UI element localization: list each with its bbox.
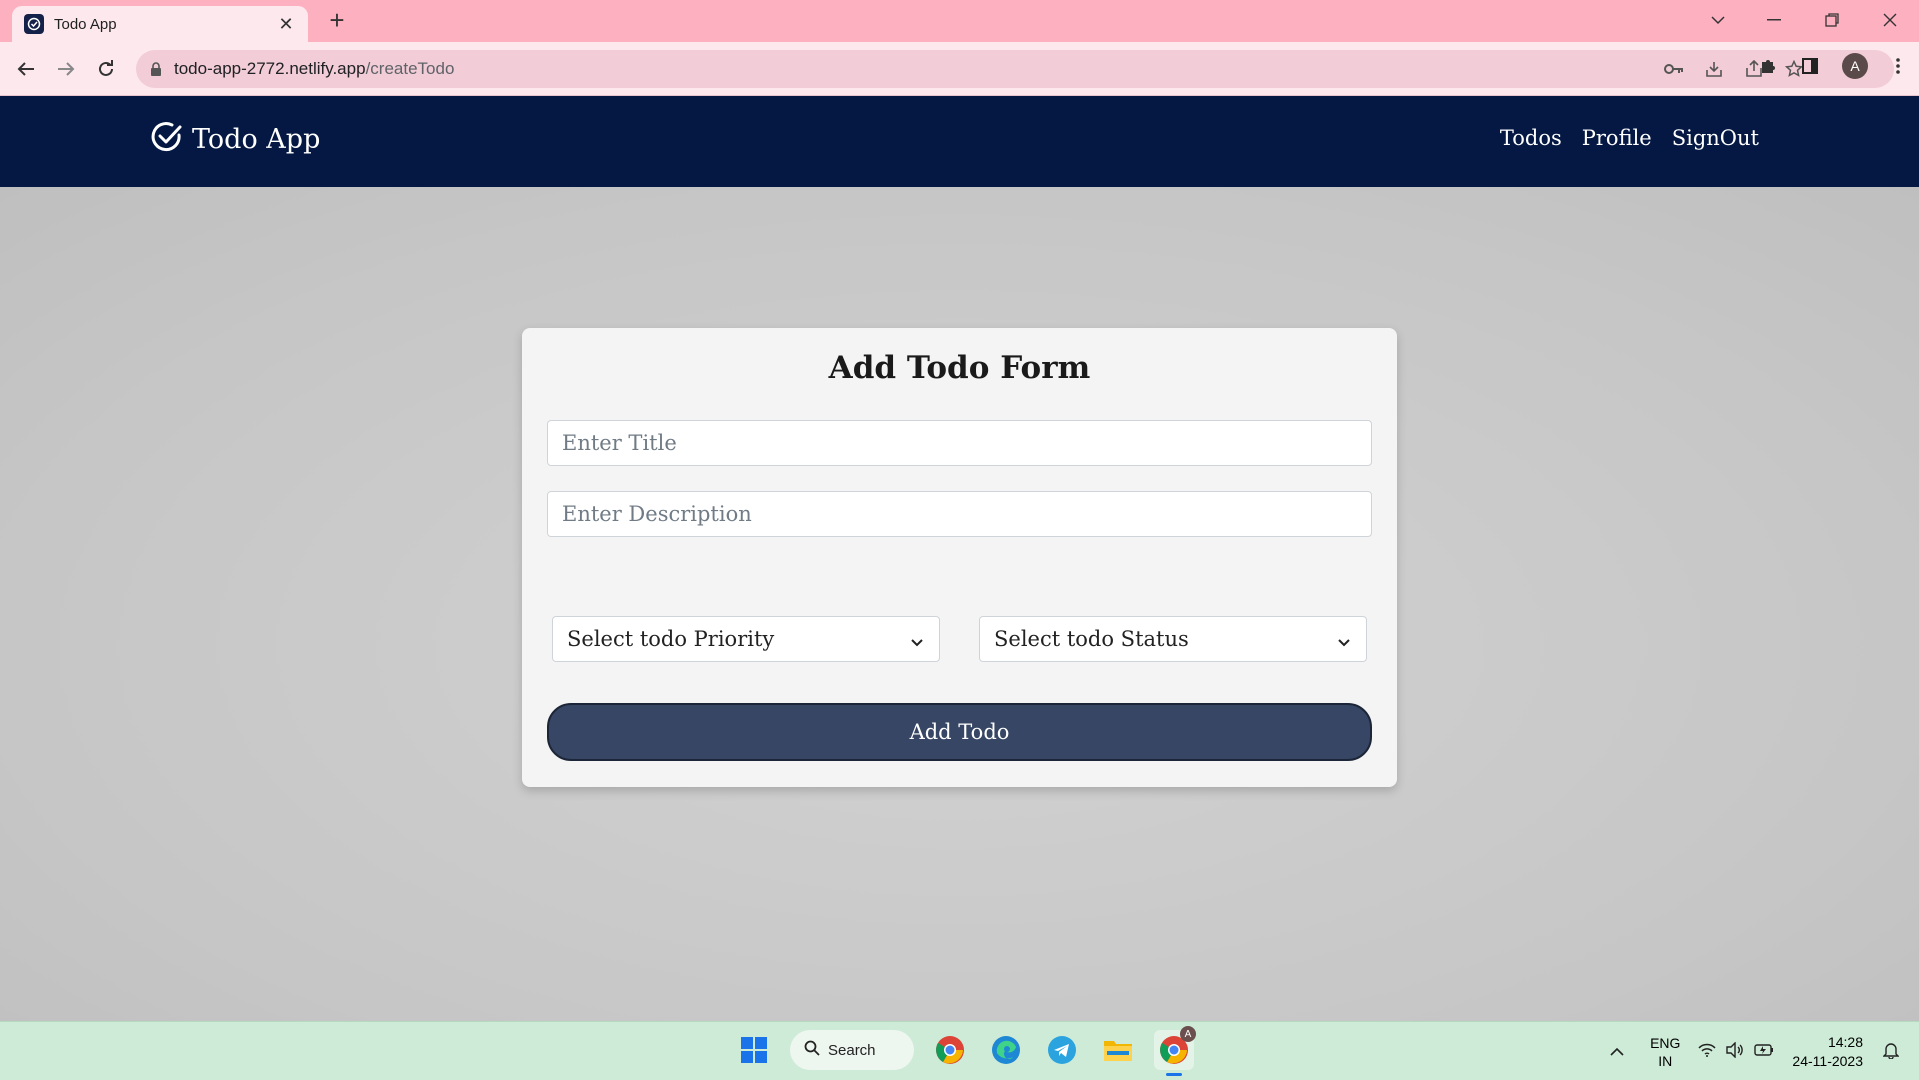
nav-link-profile[interactable]: Profile bbox=[1582, 126, 1652, 150]
telegram-icon[interactable] bbox=[1042, 1030, 1082, 1070]
lock-icon bbox=[150, 62, 162, 76]
reload-icon[interactable] bbox=[90, 53, 122, 85]
side-panel-icon[interactable] bbox=[1800, 56, 1820, 76]
key-icon[interactable] bbox=[1664, 59, 1684, 79]
chrome-icon[interactable] bbox=[930, 1030, 970, 1070]
new-tab-button[interactable]: + bbox=[322, 6, 352, 36]
todo-favicon-icon bbox=[24, 14, 44, 34]
description-input[interactable] bbox=[547, 491, 1372, 537]
volume-icon[interactable] bbox=[1726, 1041, 1744, 1061]
brand-link[interactable]: Todo App bbox=[150, 120, 320, 159]
taskbar-search-label: Search bbox=[828, 1041, 876, 1059]
nav-link-signout[interactable]: SignOut bbox=[1672, 126, 1759, 150]
minimize-button[interactable] bbox=[1746, 0, 1802, 40]
browser-tab-bar: Todo App ✕ + bbox=[0, 0, 1919, 42]
forward-icon[interactable] bbox=[50, 53, 82, 85]
back-icon[interactable] bbox=[10, 53, 42, 85]
add-todo-button[interactable]: Add Todo bbox=[547, 703, 1372, 761]
form-title: Add Todo Form bbox=[828, 350, 1091, 386]
nav-links: Todos Profile SignOut bbox=[1500, 126, 1759, 150]
system-clock[interactable]: 14:28 24-11-2023 bbox=[1792, 1033, 1863, 1071]
taskbar-search[interactable]: Search bbox=[790, 1030, 914, 1070]
os-taskbar: Search A ENG IN 14:28 24-11-2023 bbox=[0, 1021, 1919, 1080]
browser-toolbar: todo-app-2772.netlify.app/createTodo A bbox=[0, 42, 1919, 96]
url-text: todo-app-2772.netlify.app/createTodo bbox=[174, 59, 455, 78]
chrome-profile-badge: A bbox=[1180, 1026, 1196, 1042]
check-circle-icon bbox=[150, 120, 184, 159]
nav-link-todos[interactable]: Todos bbox=[1500, 126, 1562, 150]
active-indicator bbox=[1166, 1073, 1182, 1076]
profile-avatar[interactable]: A bbox=[1842, 53, 1868, 79]
more-menu-icon[interactable] bbox=[1888, 56, 1908, 76]
status-select-label: Select todo Status bbox=[994, 627, 1189, 651]
clock-date: 24-11-2023 bbox=[1792, 1052, 1863, 1069]
search-icon bbox=[804, 1040, 820, 1060]
address-bar[interactable]: todo-app-2772.netlify.app/createTodo bbox=[136, 50, 1894, 88]
close-window-button[interactable] bbox=[1862, 0, 1918, 40]
app-navbar: Todo App Todos Profile SignOut bbox=[0, 96, 1919, 187]
restore-button[interactable] bbox=[1804, 0, 1860, 40]
status-select[interactable]: Select todo Status bbox=[979, 616, 1367, 662]
region-code: IN bbox=[1658, 1052, 1673, 1069]
main-content: Add Todo Form Select todo Priority Selec… bbox=[0, 187, 1919, 1021]
language-code: ENG bbox=[1650, 1034, 1681, 1051]
tab-search-chevron-icon[interactable] bbox=[1690, 0, 1746, 40]
windows-start-icon[interactable] bbox=[734, 1030, 774, 1070]
add-todo-card: Add Todo Form Select todo Priority Selec… bbox=[522, 328, 1397, 787]
chevron-down-icon bbox=[909, 631, 925, 647]
tab-close-icon[interactable]: ✕ bbox=[276, 14, 296, 35]
wifi-icon[interactable] bbox=[1698, 1043, 1716, 1060]
tab-title: Todo App bbox=[54, 15, 117, 33]
priority-select-label: Select todo Priority bbox=[567, 627, 775, 651]
priority-select[interactable]: Select todo Priority bbox=[552, 616, 940, 662]
notification-bell-icon[interactable] bbox=[1882, 1041, 1900, 1062]
browser-tab[interactable]: Todo App ✕ bbox=[12, 6, 308, 42]
clock-time: 14:28 bbox=[1827, 1033, 1863, 1050]
language-indicator[interactable]: ENG IN bbox=[1650, 1034, 1680, 1070]
brand-name: Todo App bbox=[192, 124, 321, 155]
battery-icon[interactable] bbox=[1754, 1043, 1774, 1060]
chevron-down-icon bbox=[1336, 631, 1352, 647]
chrome-active-icon[interactable]: A bbox=[1154, 1026, 1196, 1076]
show-hidden-icons-chevron-icon[interactable] bbox=[1610, 1044, 1624, 1060]
file-explorer-icon[interactable] bbox=[1098, 1030, 1138, 1070]
edge-icon[interactable] bbox=[986, 1030, 1026, 1070]
install-app-icon[interactable] bbox=[1704, 59, 1724, 79]
extensions-puzzle-icon[interactable] bbox=[1758, 56, 1778, 76]
title-input[interactable] bbox=[547, 420, 1372, 466]
